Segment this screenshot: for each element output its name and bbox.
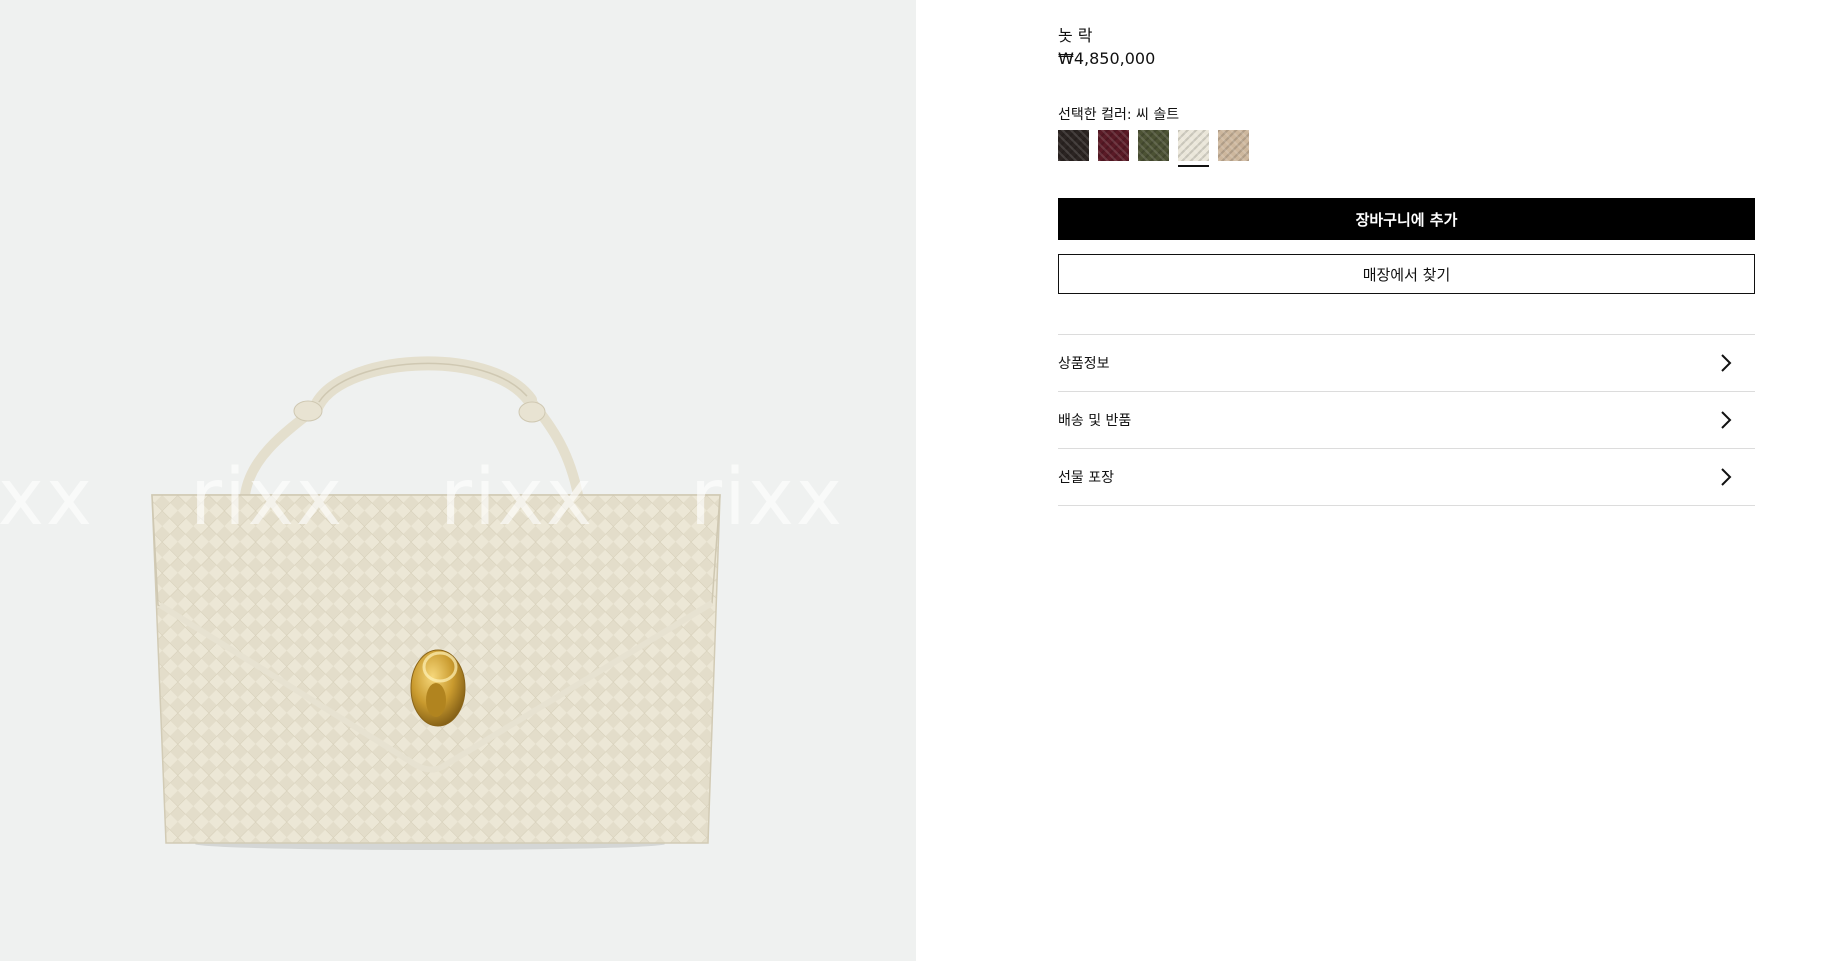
accordion-item-label: 선물 포장: [1058, 470, 1114, 486]
color-swatch[interactable]: [1098, 130, 1129, 161]
accordion-item-label: 배송 및 반품: [1058, 413, 1132, 429]
color-swatch-list: [1058, 130, 1249, 167]
color-swatch[interactable]: [1058, 130, 1089, 161]
color-swatch[interactable]: [1218, 130, 1249, 161]
add-to-cart-button[interactable]: 장바구니에 추가: [1058, 198, 1755, 240]
find-in-store-button[interactable]: 매장에서 찾기: [1058, 254, 1755, 294]
watermark: rixx: [690, 453, 845, 543]
product-info-content: 놋 락 ₩4,850,000 선택한 컬러: 씨 솔트 장바구니에 추가 매장에…: [1058, 0, 1755, 961]
product-name: 놋 락: [1058, 26, 1093, 45]
accordion-item-product-info[interactable]: 상품정보: [1058, 335, 1755, 392]
chevron-right-icon: [1721, 468, 1732, 486]
watermark: rixx: [0, 453, 95, 543]
product-info-panel: 놋 락 ₩4,850,000 선택한 컬러: 씨 솔트 장바구니에 추가 매장에…: [916, 0, 1838, 961]
chevron-right-icon: [1721, 354, 1732, 372]
accordion-item-shipping-returns[interactable]: 배송 및 반품: [1058, 392, 1755, 449]
watermark-row: rixx rixx rixx rixx: [0, 448, 916, 548]
product-page: rixx rixx rixx rixx 놋 락 ₩4,850,000 선택한 컬…: [0, 0, 1838, 961]
product-price: ₩4,850,000: [1058, 49, 1156, 68]
accordion-item-gift-wrap[interactable]: 선물 포장: [1058, 449, 1755, 506]
product-image: [151, 356, 721, 850]
accordion-item-label: 상품정보: [1058, 356, 1110, 372]
product-image-panel[interactable]: rixx rixx rixx rixx: [0, 0, 916, 961]
watermark: rixx: [190, 453, 345, 543]
color-swatch[interactable]: [1138, 130, 1169, 161]
chevron-right-icon: [1721, 411, 1732, 429]
selected-color-label: 선택한 컬러: 씨 솔트: [1058, 107, 1180, 123]
color-swatch[interactable]: [1178, 130, 1209, 167]
product-details-accordion: 상품정보 배송 및 반품 선물 포장: [1058, 334, 1755, 506]
watermark: rixx: [440, 453, 595, 543]
